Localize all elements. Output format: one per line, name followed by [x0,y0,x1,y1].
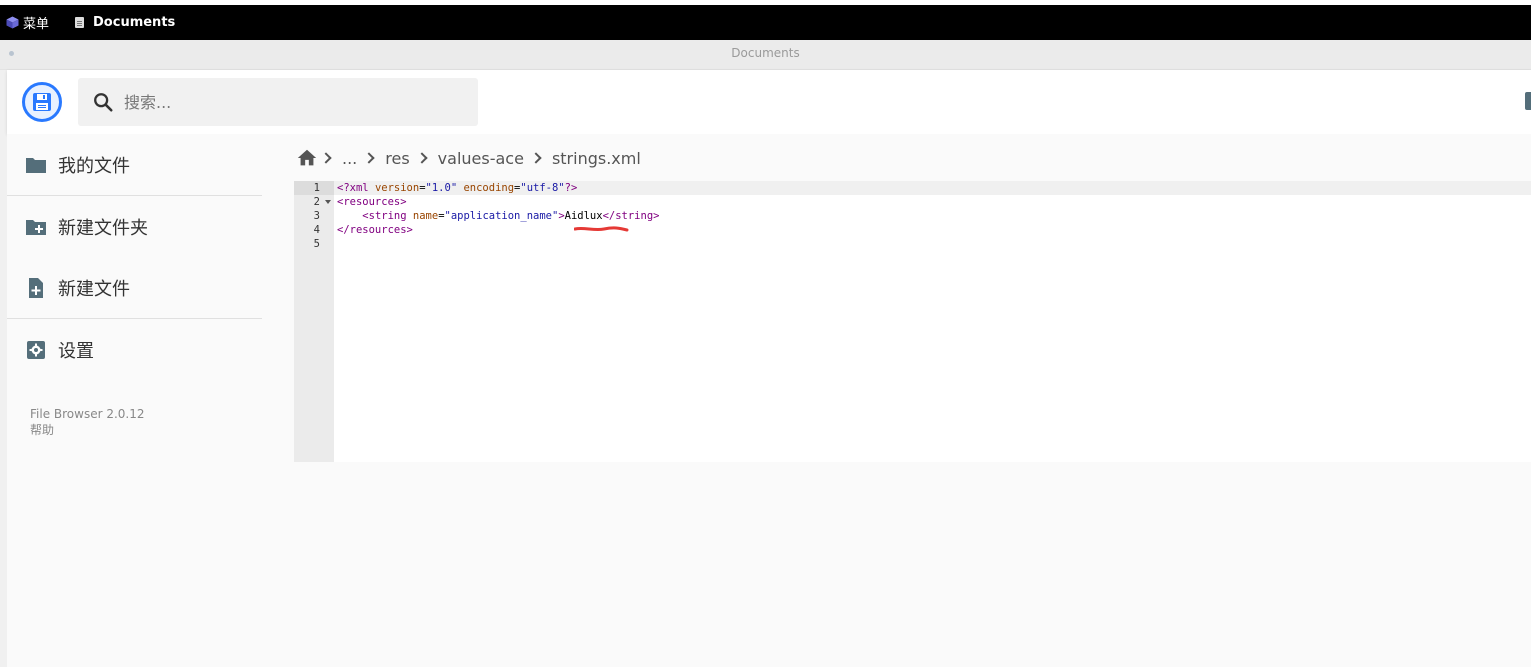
editor-content[interactable]: <?xml version="1.0" encoding="utf-8"?> <r… [334,181,1531,251]
floppy-disk-icon [33,93,51,111]
code-token: </string> [602,210,660,222]
document-icon [75,17,85,28]
app-logo[interactable] [22,82,62,122]
code-token: name [412,210,439,222]
breadcrumb-item[interactable]: strings.xml [548,149,645,168]
code-token: Aidlux [564,210,603,222]
app-header [7,70,1531,134]
line-number: 4 [313,224,320,236]
help-link[interactable]: 帮助 [30,422,262,438]
window-titlebar[interactable]: Documents [0,40,1531,70]
code-editor[interactable]: 123 4 5 <?xml version="1.0" encoding="utf-… [294,181,1531,462]
breadcrumb-item[interactable]: values-ace [434,149,528,168]
version-link[interactable]: File Browser 2.0.12 [30,406,262,422]
breadcrumb-item[interactable]: ... [338,149,361,168]
line-number: 5 [313,238,320,250]
sidebar-item-my-files[interactable]: 我的文件 [7,134,262,195]
sidebar: 我的文件 新建文件夹 新建文件 设置 File Browser 2.0.12 帮… [7,134,262,438]
line-number: 2 [294,195,334,209]
chevron-right-icon [530,152,542,164]
code-line[interactable] [334,237,1531,251]
code-token: <?xml [337,182,369,194]
window-title: Documents [731,46,800,60]
search-input[interactable] [124,92,444,112]
code-token: </resources> [337,224,413,236]
sidebar-item-label: 新建文件夹 [58,217,148,239]
code-token: <string [362,210,407,222]
line-number: 1 [294,181,334,195]
cube-icon [6,16,19,29]
save-icon[interactable] [1525,92,1531,110]
code-token: encoding [463,182,515,194]
search-icon [94,93,113,112]
code-token: "1.0" [425,182,458,194]
chevron-right-icon [320,152,332,164]
credits: File Browser 2.0.12 帮助 [7,406,262,438]
code-line[interactable]: <?xml version="1.0" encoding="utf-8"?> [334,181,1531,195]
documents-task-label: Documents [93,15,176,30]
sidebar-item-label: 我的文件 [58,155,130,177]
documents-task[interactable]: Documents [67,5,175,40]
chevron-right-icon [363,152,375,164]
code-token: version [374,182,420,194]
window-left-edge [0,70,7,667]
settings-icon [27,340,45,359]
code-line[interactable]: <resources> [334,195,1531,209]
chevron-right-icon [416,152,428,164]
breadcrumb: ... res values-ace strings.xml [296,144,645,172]
breadcrumb-item[interactable]: res [381,149,413,168]
folder-icon [26,157,46,173]
menu-button[interactable]: 菜单 [6,5,49,40]
code-token: "utf-8" [520,182,565,194]
editor-gutter: 123 4 5 [294,181,334,462]
code-token: <resources> [337,196,407,208]
line-number: 3 [313,210,320,222]
code-token: ?> [564,182,578,194]
red-underline-annotation [574,226,629,232]
search-box[interactable] [78,78,478,126]
menu-label: 菜单 [23,17,50,32]
file-plus-icon [29,277,43,298]
sidebar-item-settings[interactable]: 设置 [7,319,262,380]
code-line[interactable]: </resources> [334,223,1531,237]
home-icon[interactable] [296,147,318,169]
sidebar-item-label: 设置 [58,340,94,362]
sidebar-item-label: 新建文件 [58,278,130,300]
code-token: "application_name" [444,210,559,222]
sidebar-item-new-folder[interactable]: 新建文件夹 [7,196,262,257]
folder-plus-icon [26,219,46,235]
taskbar: 菜单 Documents [0,5,1531,40]
fold-toggle-icon[interactable] [325,200,331,204]
code-line[interactable]: <string name="application_name">Aidlux</… [334,209,1531,223]
sidebar-item-new-file[interactable]: 新建文件 [7,257,262,318]
